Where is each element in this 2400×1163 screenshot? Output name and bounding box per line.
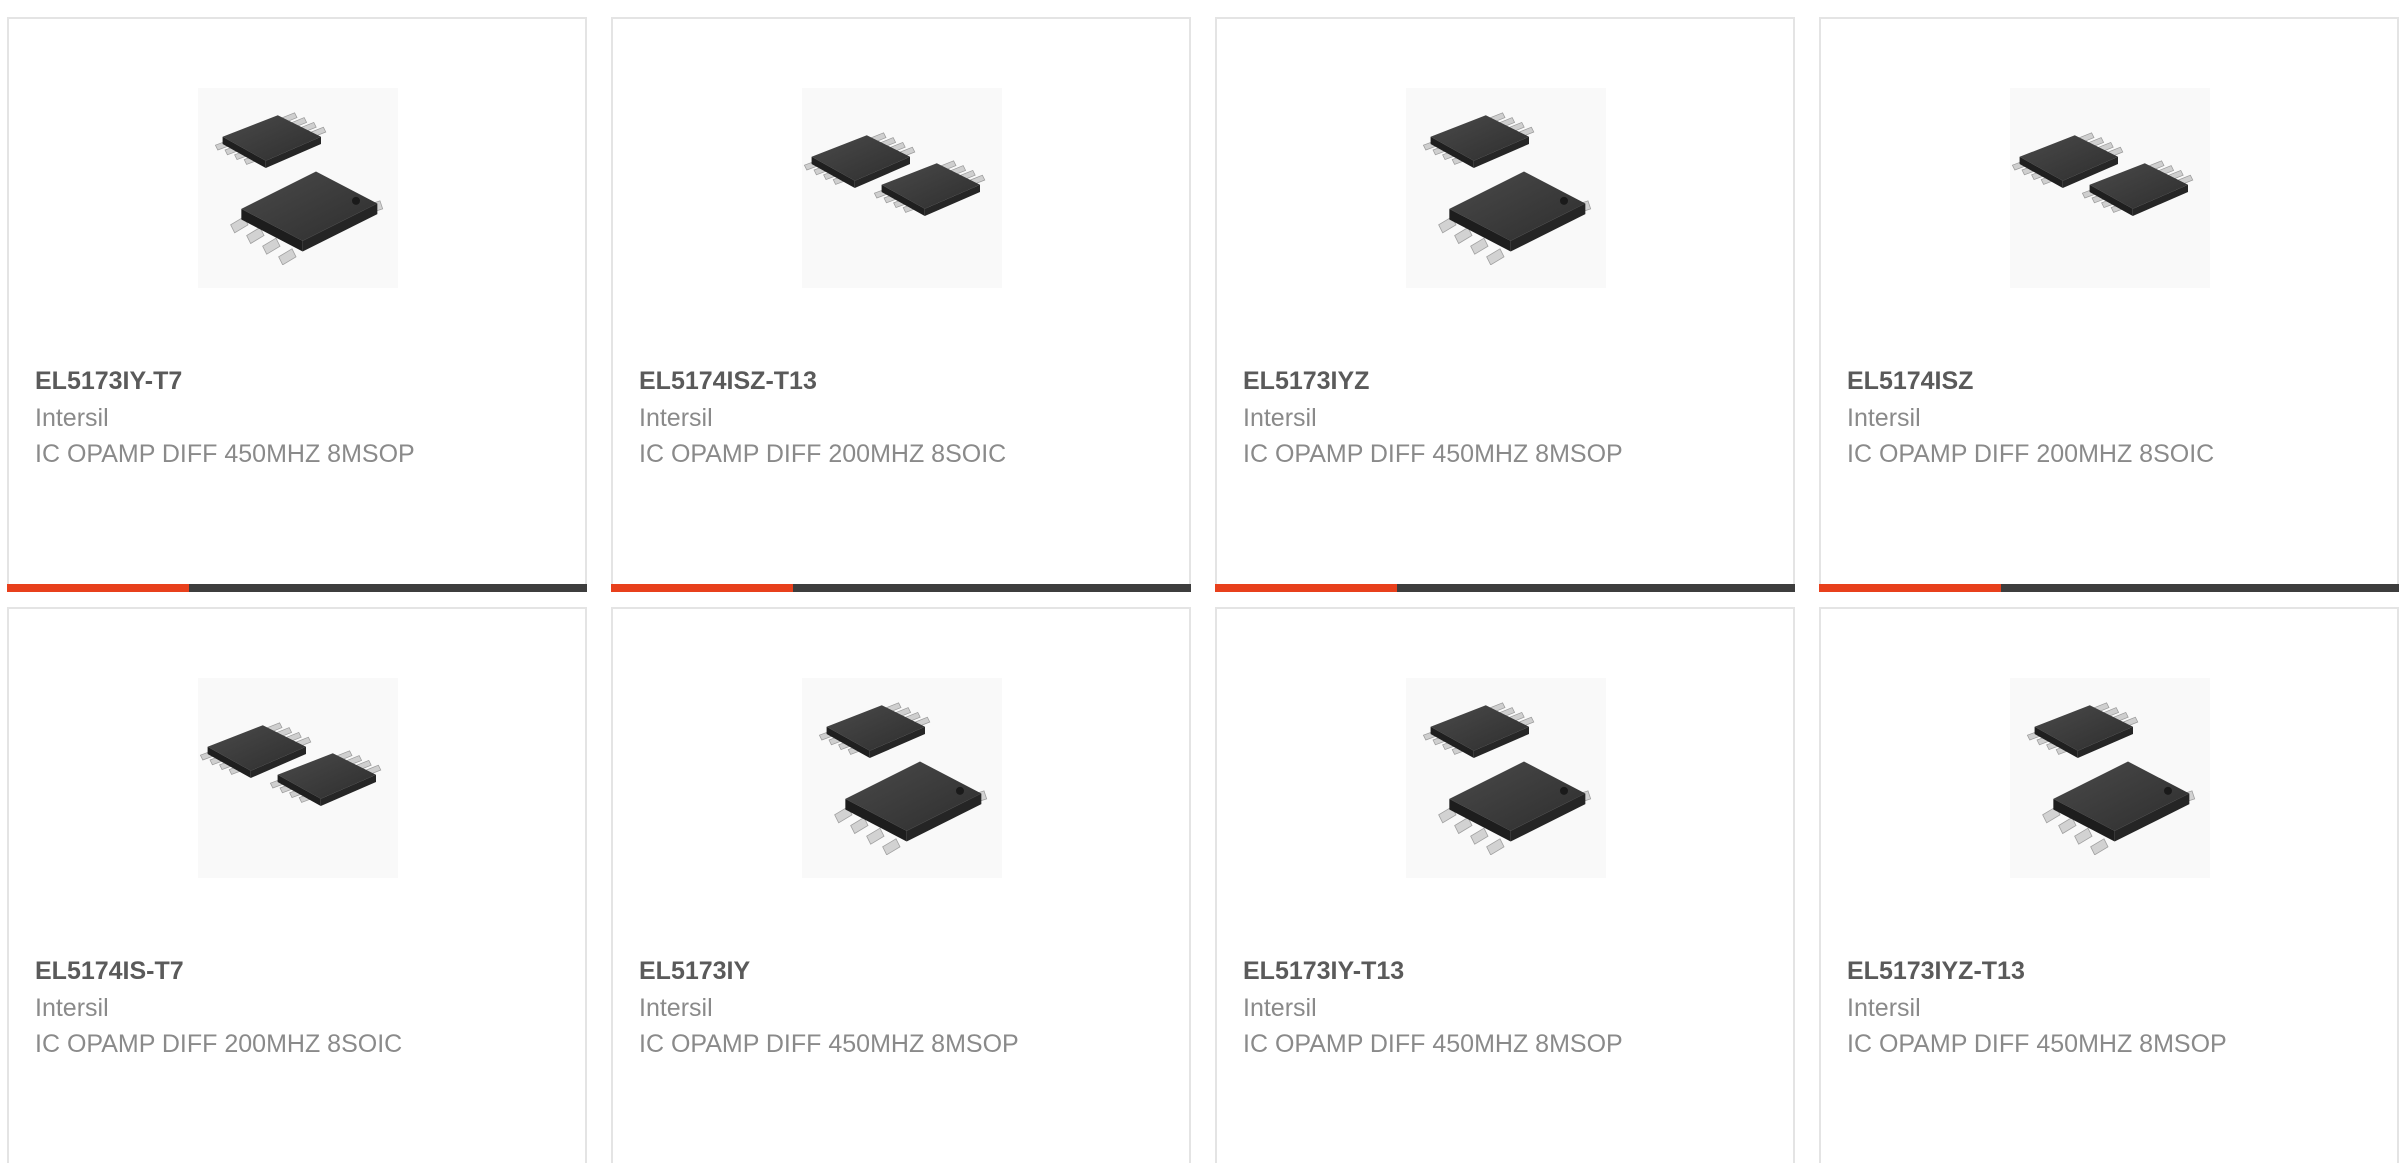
card-bottom-bar [611,584,1191,592]
soic-8-package-icon [2010,88,2210,288]
msop-8-package-icon [1406,678,1606,878]
manufacturer: Intersil [639,404,713,432]
product-card[interactable]: EL5174ISZ Intersil IC OPAMP DIFF 200MHZ … [1819,17,2399,592]
part-number[interactable]: EL5174IS-T7 [35,953,184,989]
product-description: IC OPAMP DIFF 200MHZ 8SOIC [35,1030,403,1058]
manufacturer: Intersil [35,404,109,432]
card-bottom-bar [1819,584,2399,592]
part-number[interactable]: EL5173IY-T13 [1243,953,1404,989]
msop-8-package-icon [1406,88,1606,288]
part-number[interactable]: EL5173IYZ-T13 [1847,953,2025,989]
product-card[interactable]: EL5173IY-T13 Intersil IC OPAMP DIFF 450M… [1215,607,1795,1163]
product-description: IC OPAMP DIFF 450MHZ 8MSOP [1847,1030,2227,1058]
product-description: IC OPAMP DIFF 450MHZ 8MSOP [35,440,415,468]
manufacturer: Intersil [1847,404,1921,432]
product-card[interactable]: EL5173IY-T7 Intersil IC OPAMP DIFF 450MH… [7,17,587,592]
soic-8-package-icon [802,88,1002,288]
part-number[interactable]: EL5173IYZ [1243,363,1369,399]
product-card[interactable]: EL5173IY Intersil IC OPAMP DIFF 450MHZ 8… [611,607,1191,1163]
product-description: IC OPAMP DIFF 450MHZ 8MSOP [1243,440,1623,468]
manufacturer: Intersil [1847,994,1921,1022]
accent-bar [7,584,189,592]
product-grid: EL5173IY-T7 Intersil IC OPAMP DIFF 450MH… [0,0,2400,1163]
soic-8-package-icon [198,678,398,878]
manufacturer: Intersil [639,994,713,1022]
accent-bar [611,584,793,592]
msop-8-package-icon [802,678,1002,878]
product-description: IC OPAMP DIFF 450MHZ 8MSOP [1243,1030,1623,1058]
product-description: IC OPAMP DIFF 450MHZ 8MSOP [639,1030,1019,1058]
card-bottom-bar [7,584,587,592]
manufacturer: Intersil [1243,994,1317,1022]
product-card[interactable]: EL5174IS-T7 Intersil IC OPAMP DIFF 200MH… [7,607,587,1163]
product-card[interactable]: EL5174ISZ-T13 Intersil IC OPAMP DIFF 200… [611,17,1191,592]
product-card[interactable]: EL5173IYZ-T13 Intersil IC OPAMP DIFF 450… [1819,607,2399,1163]
part-number[interactable]: EL5174ISZ [1847,363,1973,399]
accent-bar [1819,584,2001,592]
part-number[interactable]: EL5173IY [639,953,750,989]
product-description: IC OPAMP DIFF 200MHZ 8SOIC [639,440,1007,468]
part-number[interactable]: EL5174ISZ-T13 [639,363,817,399]
product-description: IC OPAMP DIFF 200MHZ 8SOIC [1847,440,2215,468]
accent-bar [1215,584,1397,592]
msop-8-package-icon [2010,678,2210,878]
msop-8-package-icon [198,88,398,288]
manufacturer: Intersil [35,994,109,1022]
part-number[interactable]: EL5173IY-T7 [35,363,182,399]
product-card[interactable]: EL5173IYZ Intersil IC OPAMP DIFF 450MHZ … [1215,17,1795,592]
manufacturer: Intersil [1243,404,1317,432]
card-bottom-bar [1215,584,1795,592]
